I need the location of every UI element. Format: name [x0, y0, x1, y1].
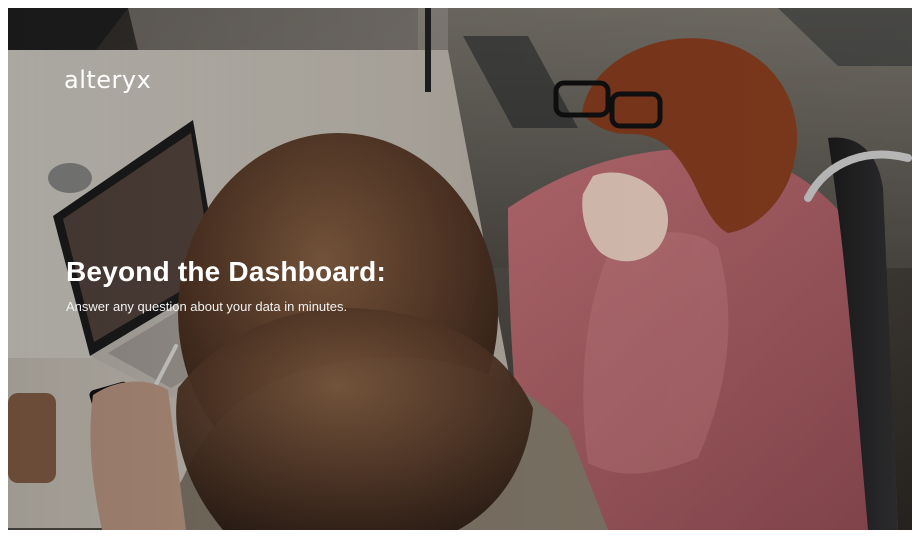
hero-banner: alteryx Beyond the Dashboard: Answer any…: [8, 8, 912, 530]
brand-logo: alteryx: [64, 66, 152, 94]
page-subtitle: Answer any question about your data in m…: [66, 299, 348, 314]
page-title: Beyond the Dashboard:: [66, 256, 387, 287]
